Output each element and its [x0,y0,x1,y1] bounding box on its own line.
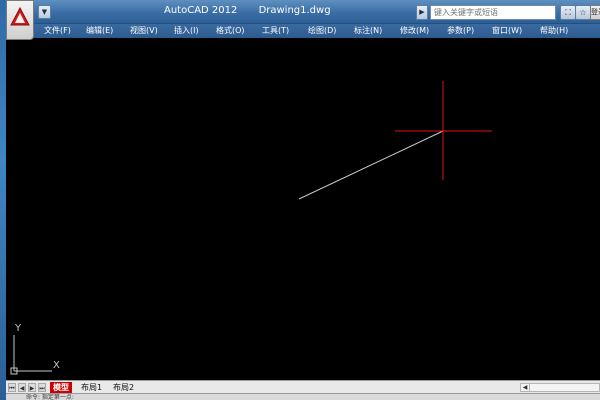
menu-window[interactable]: 窗口(W) [492,24,522,38]
tab-model[interactable]: 模型 [50,382,72,393]
window-title: AutoCAD 2012 Drawing1.dwg [164,5,349,19]
star-icon[interactable]: ☆ [575,5,591,20]
menu-file[interactable]: 文件(F) [44,24,71,38]
crosshair-cursor [395,81,492,180]
scroll-left-icon[interactable]: ◀ [521,384,530,391]
drawing-graphics [10,81,492,375]
prev-layout-icon[interactable]: ◀ [18,383,26,392]
title-bar: ▼ AutoCAD 2012 Drawing1.dwg ▶ ⛶ ☆ 登录 [6,0,600,40]
menu-tools[interactable]: 工具(T) [262,24,289,38]
tab-layout2[interactable]: 布局2 [110,382,137,393]
menu-draw[interactable]: 绘图(D) [308,24,336,38]
horizontal-scrollbar[interactable]: ◀ [520,383,600,392]
search-input[interactable] [430,5,556,20]
menu-view[interactable]: 视图(V) [130,24,158,38]
ucs-x-label: X [53,360,60,371]
autocad-window: ▼ AutoCAD 2012 Drawing1.dwg ▶ ⛶ ☆ 登录 文件(… [0,0,600,400]
ucs-icon [10,335,52,375]
binoculars-icon[interactable]: ⛶ [560,5,576,20]
drawing-canvas[interactable]: Y X [6,38,600,380]
login-button[interactable]: 登录 [590,5,600,20]
last-layout-icon[interactable]: ⏭ [38,383,46,392]
ucs-y-label: Y [15,323,22,334]
quick-access-dropdown-icon[interactable]: ▼ [38,5,51,19]
menu-edit[interactable]: 编辑(E) [86,24,113,38]
app-name: AutoCAD 2012 [164,5,238,16]
menu-format[interactable]: 格式(O) [216,24,245,38]
application-menu-button[interactable] [6,0,34,40]
menu-insert[interactable]: 插入(I) [174,24,199,38]
menu-modify[interactable]: 修改(M) [400,24,429,38]
tab-layout1[interactable]: 布局1 [78,382,105,393]
autocad-logo-icon [10,7,30,26]
command-line[interactable]: 命令: 指定第一点: [6,393,600,400]
menu-bar: 文件(F) 编辑(E) 视图(V) 插入(I) 格式(O) 工具(T) 绘图(D… [6,24,600,38]
menu-help[interactable]: 帮助(H) [540,24,568,38]
menu-dimension[interactable]: 标注(N) [354,24,382,38]
layout-tab-bar: ⏮ ◀ ▶ ⏭ 模型 布局1 布局2 ◀ [6,380,600,393]
document-name: Drawing1.dwg [258,5,331,16]
menu-parametric[interactable]: 参数(P) [447,24,474,38]
first-layout-icon[interactable]: ⏮ [8,383,16,392]
drawn-line [298,130,444,200]
search-expand-icon[interactable]: ▶ [416,5,428,20]
next-layout-icon[interactable]: ▶ [28,383,36,392]
